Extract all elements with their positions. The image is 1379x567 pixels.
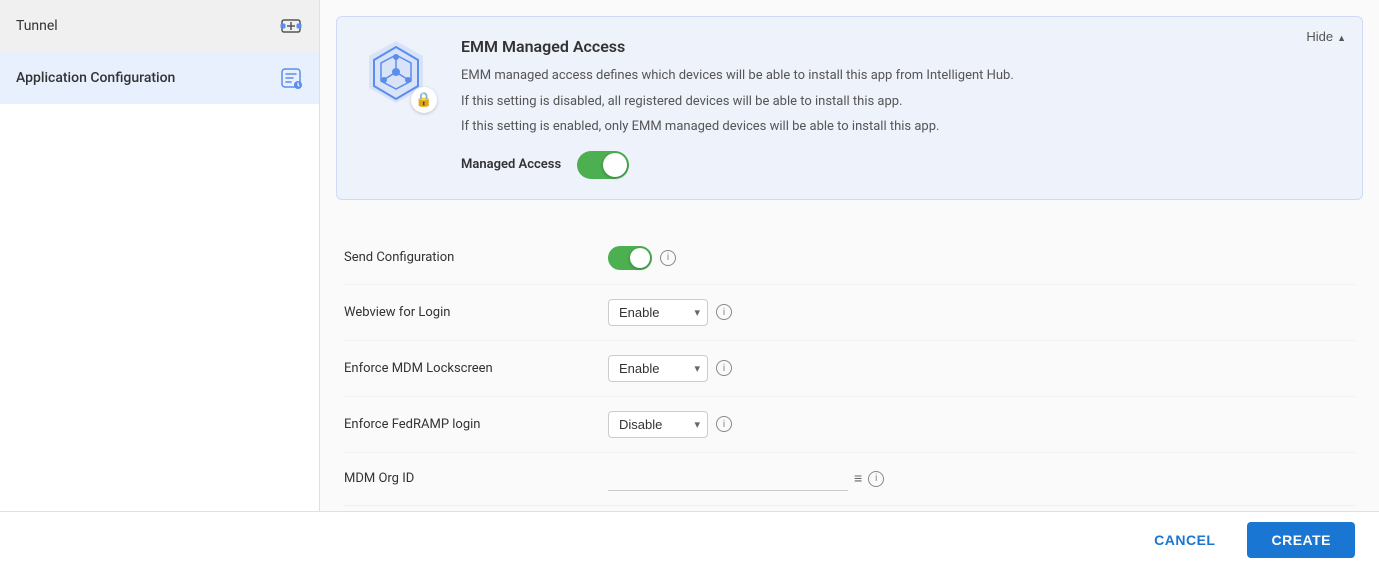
enforce-fedramp-select[interactable]: Enable Disable bbox=[608, 411, 708, 438]
mdm-org-id-info-icon[interactable]: i bbox=[868, 471, 884, 487]
webview-control: Enable Disable ▾ i bbox=[608, 299, 732, 326]
mdm-org-id-label: MDM Org ID bbox=[344, 471, 584, 486]
enforce-mdm-label: Enforce MDM Lockscreen bbox=[344, 361, 584, 376]
sidebar-item-tunnel[interactable]: Tunnel bbox=[0, 0, 319, 52]
send-config-row: Send Configuration i bbox=[344, 232, 1355, 285]
emm-managed-label: Managed Access bbox=[461, 157, 561, 172]
emm-logo: 🔒 bbox=[361, 37, 441, 117]
webview-select[interactable]: Enable Disable bbox=[608, 299, 708, 326]
enforce-fedramp-row: Enforce FedRAMP login Enable Disable ▾ i bbox=[344, 397, 1355, 453]
emm-banner-desc2: If this setting is disabled, all registe… bbox=[461, 92, 1338, 112]
emm-banner: 🔒 EMM Managed Access EMM managed access … bbox=[336, 16, 1363, 200]
lock-badge: 🔒 bbox=[411, 87, 437, 113]
hide-button[interactable]: Hide bbox=[1306, 29, 1346, 44]
send-config-toggle-knob bbox=[630, 248, 650, 268]
app-config-icon bbox=[279, 66, 303, 90]
emm-banner-content: EMM Managed Access EMM managed access de… bbox=[461, 37, 1338, 179]
mdm-org-id-row: MDM Org ID ≡ i bbox=[344, 453, 1355, 506]
send-config-label: Send Configuration bbox=[344, 250, 584, 265]
enforce-fedramp-label: Enforce FedRAMP login bbox=[344, 417, 584, 432]
enforce-fedramp-control: Enable Disable ▾ i bbox=[608, 411, 732, 438]
managed-access-toggle[interactable] bbox=[577, 151, 629, 179]
footer: CANCEL CREATE bbox=[0, 511, 1379, 567]
mdm-org-id-lookup-icon[interactable]: ≡ bbox=[854, 470, 862, 487]
tunnel-icon bbox=[279, 14, 303, 38]
enforce-fedramp-info-icon[interactable]: i bbox=[716, 416, 732, 432]
emm-banner-desc3: If this setting is enabled, only EMM man… bbox=[461, 117, 1338, 137]
enforce-mdm-info-icon[interactable]: i bbox=[716, 360, 732, 376]
enforce-fedramp-select-wrapper: Enable Disable ▾ bbox=[608, 411, 708, 438]
webview-label: Webview for Login bbox=[344, 305, 584, 320]
send-config-control: i bbox=[608, 246, 676, 270]
enforce-mdm-row: Enforce MDM Lockscreen Enable Disable ▾ … bbox=[344, 341, 1355, 397]
webview-select-wrapper: Enable Disable ▾ bbox=[608, 299, 708, 326]
enforce-mdm-select[interactable]: Enable Disable bbox=[608, 355, 708, 382]
chevron-up-icon bbox=[1337, 29, 1346, 44]
sidebar: Tunnel Application Configuration bbox=[0, 0, 320, 511]
sidebar-item-app-config[interactable]: Application Configuration bbox=[0, 52, 319, 104]
cancel-button[interactable]: CANCEL bbox=[1138, 524, 1231, 556]
sidebar-item-tunnel-label: Tunnel bbox=[16, 18, 58, 34]
hide-label: Hide bbox=[1306, 29, 1333, 44]
send-config-toggle[interactable] bbox=[608, 246, 652, 270]
webview-info-icon[interactable]: i bbox=[716, 304, 732, 320]
emm-banner-title: EMM Managed Access bbox=[461, 37, 1338, 56]
main-content: 🔒 EMM Managed Access EMM managed access … bbox=[320, 0, 1379, 511]
enforce-mdm-select-wrapper: Enable Disable ▾ bbox=[608, 355, 708, 382]
mdm-org-id-input[interactable] bbox=[608, 467, 848, 491]
form-section: Send Configuration i Webview for Login E… bbox=[320, 216, 1379, 512]
emm-managed-row: Managed Access bbox=[461, 151, 1338, 179]
send-config-info-icon[interactable]: i bbox=[660, 250, 676, 266]
emm-banner-desc1: EMM managed access defines which devices… bbox=[461, 66, 1338, 86]
create-button[interactable]: CREATE bbox=[1247, 522, 1355, 558]
mdm-org-id-control: ≡ i bbox=[608, 467, 884, 491]
sidebar-item-app-config-label: Application Configuration bbox=[16, 70, 175, 86]
enforce-mdm-control: Enable Disable ▾ i bbox=[608, 355, 732, 382]
variable-email-row: Variable where email addresses can be in… bbox=[344, 506, 1355, 512]
webview-row: Webview for Login Enable Disable ▾ i bbox=[344, 285, 1355, 341]
managed-access-toggle-knob bbox=[603, 153, 627, 177]
